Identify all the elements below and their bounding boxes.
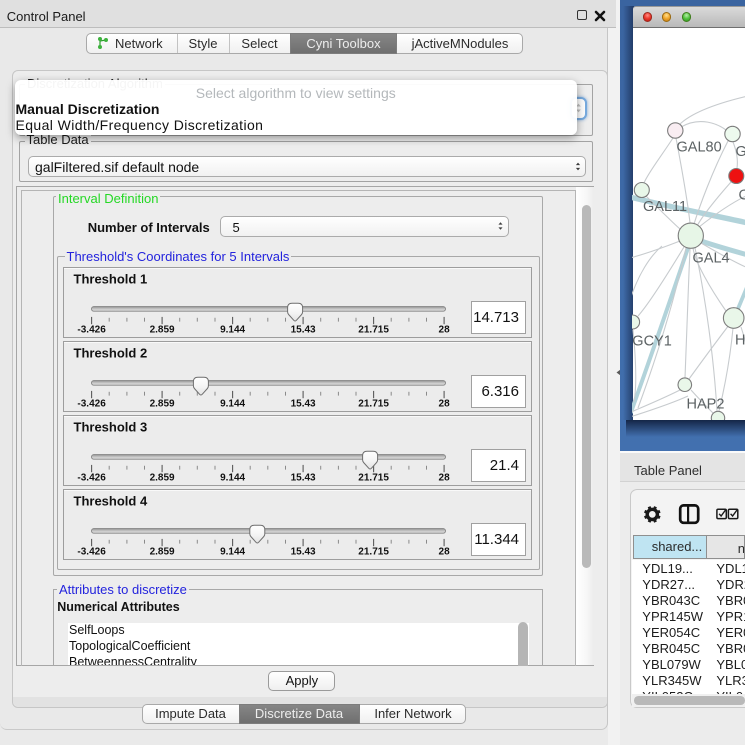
svg-text:HAP2: HAP2 <box>687 397 725 413</box>
svg-text:-3.426: -3.426 <box>77 324 106 335</box>
svg-text:2.859: 2.859 <box>150 398 175 409</box>
svg-text:21.715: 21.715 <box>358 472 389 483</box>
svg-text:15.43: 15.43 <box>291 546 316 557</box>
svg-text:15.43: 15.43 <box>291 472 316 483</box>
svg-text:GAL11: GAL11 <box>643 199 687 215</box>
svg-text:GA: GA <box>736 144 745 160</box>
svg-text:9.144: 9.144 <box>220 398 245 409</box>
svg-text:28: 28 <box>439 546 451 557</box>
svg-text:-3.426: -3.426 <box>77 472 106 483</box>
svg-text:GAL80: GAL80 <box>677 140 722 156</box>
svg-text:Threshold 2: Threshold 2 <box>74 345 148 360</box>
svg-text:9.144: 9.144 <box>220 324 245 335</box>
svg-text:21.715: 21.715 <box>358 546 389 557</box>
svg-text:GAL4: GAL4 <box>693 251 730 267</box>
svg-text:15.43: 15.43 <box>291 398 316 409</box>
svg-text:-3.426: -3.426 <box>77 398 106 409</box>
svg-text:21.715: 21.715 <box>358 324 389 335</box>
svg-text:9.144: 9.144 <box>220 472 245 483</box>
svg-text:-3.426: -3.426 <box>77 546 106 557</box>
svg-text:2.859: 2.859 <box>150 546 175 557</box>
svg-text:GCY1: GCY1 <box>632 334 672 350</box>
svg-text:9.144: 9.144 <box>220 546 245 557</box>
svg-text:Threshold 1: Threshold 1 <box>74 271 148 286</box>
svg-text:HI: HI <box>735 333 745 349</box>
svg-text:2.859: 2.859 <box>150 472 175 483</box>
svg-text:2.859: 2.859 <box>150 324 175 335</box>
svg-text:CD: CD <box>739 188 745 204</box>
svg-text:28: 28 <box>439 398 451 409</box>
svg-text:28: 28 <box>439 324 451 335</box>
svg-text:28: 28 <box>439 472 451 483</box>
svg-text:Threshold 3: Threshold 3 <box>74 419 148 434</box>
svg-text:21.715: 21.715 <box>358 398 389 409</box>
svg-text:15.43: 15.43 <box>291 324 316 335</box>
svg-text:Threshold 4: Threshold 4 <box>74 493 148 508</box>
